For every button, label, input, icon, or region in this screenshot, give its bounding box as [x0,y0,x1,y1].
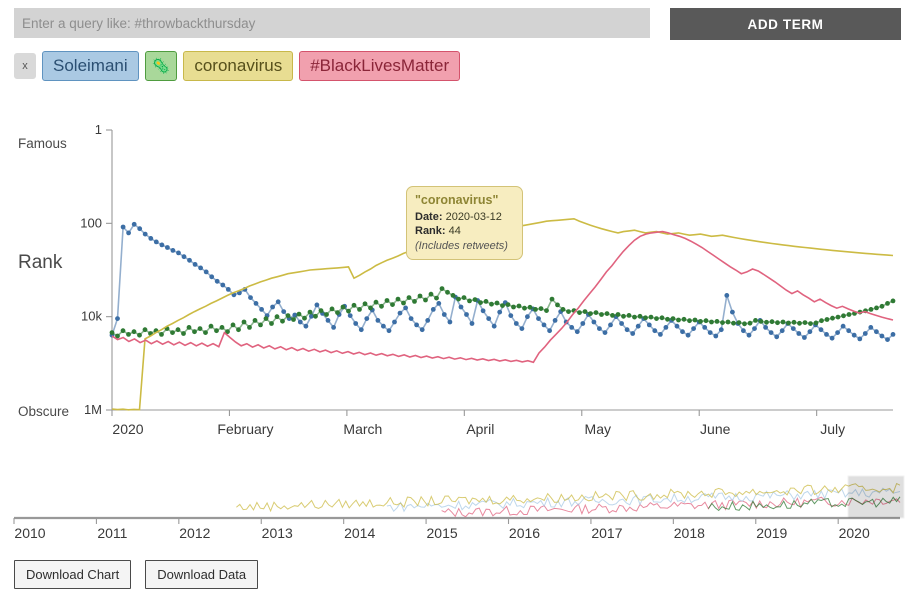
term-chip-coronavirus[interactable]: coronavirus [183,51,293,81]
svg-text:2017: 2017 [591,525,622,541]
add-term-button[interactable]: ADD TERM [670,8,901,40]
main-chart-area: 1 100 10k 1M 2020 February March April May June Ju… [0,110,915,440]
term-chip-list: x Soleimani 🦠 coronavirus #BlackLivesMat… [14,50,460,82]
svg-text:June: June [700,421,731,437]
query-bar: ADD TERM [14,8,901,38]
timeline-brush-area[interactable]: 2010 2011 2012 2013 2014 2015 2016 2017 2018 2019… [0,470,915,545]
rank-timeseries-chart[interactable]: 1 100 10k 1M 2020 February March April May June Ju… [0,110,915,440]
download-chart-button[interactable]: Download Chart [14,560,131,589]
svg-text:2020: 2020 [839,525,870,541]
tooltip-rank-label: Rank: [415,225,446,237]
svg-text:1M: 1M [84,402,102,417]
tooltip-title: "coronavirus" [415,192,514,209]
svg-text:10k: 10k [81,309,102,324]
tooltip-date-label: Date: [415,211,443,223]
term-chip-soleimani[interactable]: Soleimani [42,51,139,81]
tooltip-rank-row: Rank: 44 [415,224,514,239]
svg-text:2012: 2012 [179,525,210,541]
svg-text:2016: 2016 [509,525,540,541]
svg-text:2015: 2015 [427,525,458,541]
tooltip-rank-value: 44 [449,225,461,237]
svg-text:April: April [466,421,494,437]
axis-label-famous: Famous [18,136,67,151]
tooltip-date-value: 2020-03-12 [446,211,502,223]
tooltip-date-row: Date: 2020-03-12 [415,210,514,225]
svg-text:February: February [217,421,273,437]
svg-text:July: July [820,421,845,437]
term-chip-virus-emoji[interactable]: 🦠 [145,51,178,81]
download-data-button[interactable]: Download Data [145,560,258,589]
tooltip-note: (Includes retweets) [415,239,514,254]
overview-timeline-chart[interactable]: 2010 2011 2012 2013 2014 2015 2016 2017 2018 2019… [0,470,915,545]
remove-term-button[interactable]: x [14,53,36,79]
svg-text:1: 1 [95,122,102,137]
axis-label-rank: Rank [18,252,62,274]
svg-text:2020: 2020 [112,421,143,437]
svg-text:March: March [343,421,382,437]
svg-text:2018: 2018 [674,525,705,541]
svg-text:100: 100 [80,215,102,230]
svg-text:2010: 2010 [14,525,45,541]
search-input[interactable] [14,8,650,38]
term-chip-blacklivesmatter[interactable]: #BlackLivesMatter [299,51,460,81]
svg-text:2013: 2013 [262,525,293,541]
svg-text:2011: 2011 [97,525,127,541]
download-button-row: Download Chart Download Data [14,560,258,589]
axis-label-obscure: Obscure [18,404,69,419]
svg-text:2014: 2014 [344,525,375,541]
svg-text:2019: 2019 [756,525,787,541]
chart-tooltip: "coronavirus" Date: 2020-03-12 Rank: 44 … [406,186,523,260]
svg-text:May: May [585,421,611,437]
